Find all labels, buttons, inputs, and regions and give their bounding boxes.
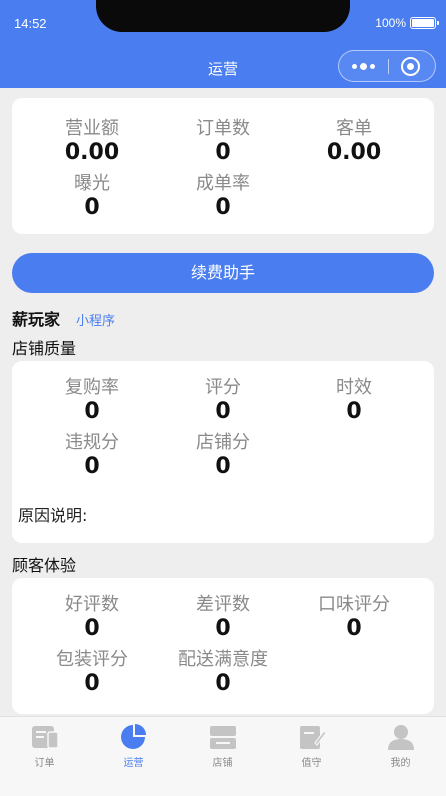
- stat-label: 时效: [336, 377, 372, 398]
- stat-rating: 评分 0: [153, 377, 293, 425]
- stat-label: 评分: [205, 377, 241, 398]
- stat-label: 包装评分: [56, 649, 128, 670]
- stat-label: 营业额: [65, 118, 119, 139]
- stat-packaging-score: 包装评分 0: [22, 649, 162, 697]
- bottom-tab-bar: 订单 运营 店铺 值守 我的: [0, 716, 446, 796]
- reason-label: 原因说明:: [18, 506, 88, 525]
- tab-shop[interactable]: 店铺: [178, 717, 267, 777]
- stat-label: 曝光: [74, 173, 110, 194]
- nav-header: 14:52 100% 运营: [0, 0, 446, 88]
- stat-value: 0: [346, 616, 362, 641]
- stat-label: 客单: [336, 118, 372, 139]
- stat-violation: 违规分 0: [22, 432, 162, 480]
- stat-label: 复购率: [65, 377, 119, 398]
- renew-assistant-button[interactable]: 续费助手: [12, 253, 434, 293]
- stat-label: 好评数: [65, 594, 119, 615]
- miniprogram-capsule: [338, 50, 436, 82]
- shop-name: 薪玩家: [12, 310, 61, 329]
- battery-percent: 100%: [375, 16, 406, 30]
- stat-positive-reviews: 好评数 0: [22, 594, 162, 642]
- order-icon: [32, 726, 59, 749]
- tab-label: 店铺: [212, 758, 233, 769]
- stat-value: 0.00: [326, 140, 382, 165]
- stat-value: 0: [346, 399, 362, 424]
- stat-revenue: 营业额 0.00: [22, 118, 162, 166]
- stat-label: 配送满意度: [178, 649, 268, 670]
- tab-orders[interactable]: 订单: [0, 717, 89, 777]
- stat-shop-score: 店铺分 0: [153, 432, 293, 480]
- stat-value: 0: [215, 454, 231, 479]
- stat-value: 0: [215, 195, 231, 220]
- user-icon: [388, 725, 414, 750]
- stat-label: 订单数: [196, 118, 250, 139]
- capsule-divider: [388, 59, 389, 74]
- section-title-experience: 顾客体验: [12, 556, 77, 575]
- tab-label: 订单: [34, 758, 55, 769]
- stat-value: 0: [84, 671, 100, 696]
- battery-icon: [410, 17, 439, 29]
- status-indicators: 100%: [375, 16, 439, 30]
- stat-avg-order: 客单 0.00: [284, 118, 424, 166]
- stat-value: 0: [215, 671, 231, 696]
- stat-value: 0: [215, 616, 231, 641]
- dot-icon: [370, 63, 375, 69]
- stat-label: 违规分: [65, 432, 119, 453]
- stat-value: 0.00: [64, 140, 120, 165]
- section-title-quality: 店铺质量: [12, 339, 77, 358]
- stat-orders: 订单数 0: [153, 118, 293, 166]
- stat-exposure: 曝光 0: [22, 173, 162, 221]
- stat-label: 店铺分: [196, 432, 250, 453]
- stat-value: 0: [84, 616, 100, 641]
- stat-value: 0: [84, 195, 100, 220]
- dot-icon: [360, 62, 367, 70]
- shop-icon: [210, 726, 236, 749]
- stat-negative-reviews: 差评数 0: [153, 594, 293, 642]
- tab-label: 运营: [123, 758, 144, 769]
- tab-label: 值守: [301, 758, 322, 769]
- stat-repurchase: 复购率 0: [22, 377, 162, 425]
- stat-value: 0: [84, 399, 100, 424]
- close-miniprogram-icon[interactable]: [401, 57, 420, 76]
- stat-taste-score: 口味评分 0: [284, 594, 424, 642]
- dot-icon: [352, 63, 357, 69]
- stat-value: 0: [84, 454, 100, 479]
- tab-label: 我的: [390, 758, 411, 769]
- device-notch: [96, 0, 350, 32]
- stat-label: 差评数: [196, 594, 250, 615]
- tab-mine[interactable]: 我的: [356, 717, 445, 777]
- more-button[interactable]: [339, 51, 388, 81]
- stat-label: 口味评分: [318, 594, 390, 615]
- duty-icon: [300, 726, 327, 749]
- experience-card: 好评数 0 差评数 0 口味评分 0 包装评分 0 配送满意度 0: [12, 578, 434, 714]
- tab-duty[interactable]: 值守: [267, 717, 356, 777]
- pie-chart-icon: [121, 724, 146, 749]
- stat-value: 0: [215, 140, 231, 165]
- quality-card: 复购率 0 评分 0 时效 0 违规分 0 店铺分 0 原因说明:: [12, 361, 434, 543]
- stat-label: 成单率: [196, 173, 250, 194]
- stat-timeliness: 时效 0: [284, 377, 424, 425]
- status-time: 14:52: [14, 16, 47, 31]
- miniprogram-tag: 小程序: [76, 314, 116, 329]
- stat-conversion: 成单率 0: [153, 173, 293, 221]
- overview-card: 营业额 0.00 订单数 0 客单 0.00 曝光 0 成单率 0: [12, 98, 434, 234]
- stat-value: 0: [215, 399, 231, 424]
- stat-delivery-satisfaction: 配送满意度 0: [153, 649, 293, 697]
- tab-operations[interactable]: 运营: [89, 717, 178, 777]
